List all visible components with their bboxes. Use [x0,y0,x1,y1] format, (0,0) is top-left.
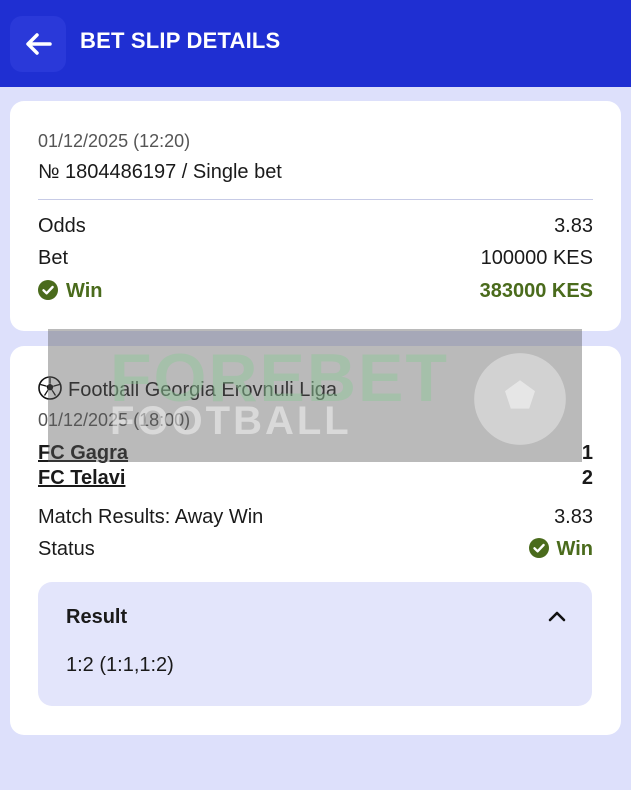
away-team[interactable]: FC Telavi [38,467,125,490]
bet-value: 100000 KES [480,247,593,269]
divider [38,199,593,200]
away-score: 2 [581,467,593,489]
market-odds: 3.83 [554,506,593,528]
odds-value: 3.83 [554,215,593,237]
league-name: Football Georgia Erovnuli Liga [68,379,338,401]
page-title: BET SLIP DETAILS [80,28,281,53]
status-win-label: Win [556,538,593,560]
app-header: BET SLIP DETAILS [0,0,631,87]
home-team[interactable]: FC Gagra [38,442,128,465]
result-title: Result [66,606,128,628]
arrow-left-icon [26,33,52,55]
bet-label: Bet [38,247,69,269]
bet-summary-card: 01/12/2025 (12:20) № 1804486197 / Single… [10,101,621,331]
win-amount: 383000 KES [479,280,593,302]
back-button[interactable] [10,16,66,72]
check-circle-icon [38,280,58,300]
chevron-up-icon[interactable] [548,610,566,622]
event-card: Football Georgia Erovnuli Liga 01/12/202… [10,346,621,735]
result-value: 1:2 (1:1,1:2) [66,654,174,676]
league-row: Football Georgia Erovnuli Liga [38,376,337,402]
soccer-ball-icon [38,376,62,400]
home-score: 1 [581,442,593,464]
win-status: Win [38,280,102,303]
check-circle-icon [528,538,549,558]
market-label: Match Results: Away Win [38,506,264,528]
ticket-number: № 1804486197 / Single bet [38,161,282,183]
odds-label: Odds [38,215,86,237]
win-label: Win [66,280,103,302]
status-value: Win [528,538,593,561]
status-label: Status [38,538,95,560]
bet-datetime: 01/12/2025 (12:20) [38,131,191,151]
event-datetime: 01/12/2025 (18:00) [38,410,191,430]
result-panel[interactable]: Result 1:2 (1:1,1:2) [38,582,592,706]
